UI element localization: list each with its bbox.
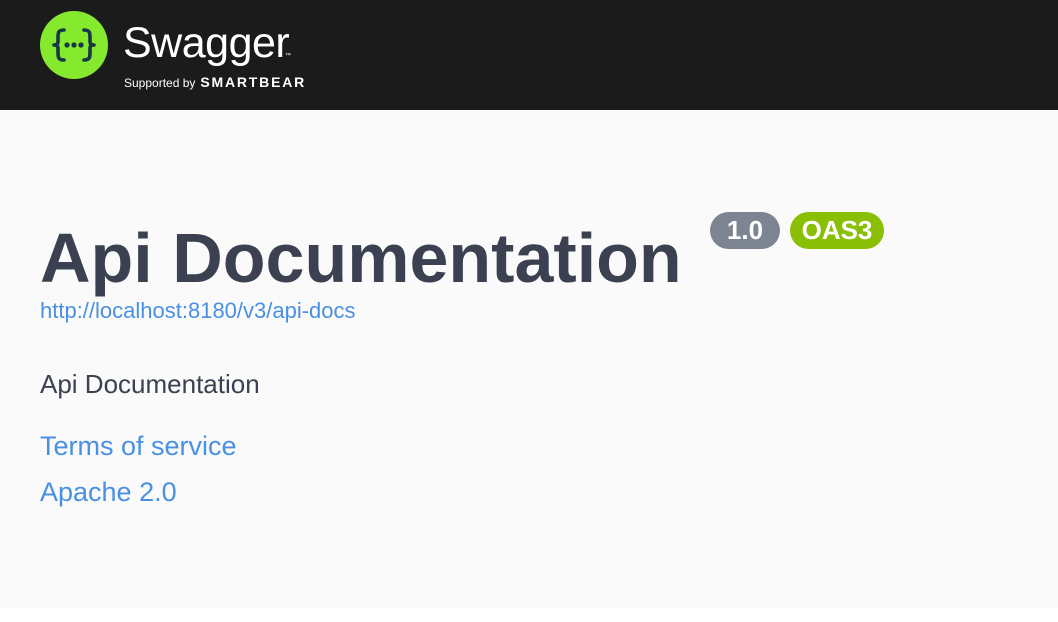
api-docs-url-link[interactable]: http://localhost:8180/v3/api-docs	[40, 297, 356, 325]
topbar: Swagger ™ Supported by SMARTBEAR	[0, 0, 1058, 110]
supported-by: Supported by SMARTBEAR	[124, 73, 306, 92]
brand-name: Swagger	[123, 19, 290, 67]
version-badge: 1.0	[710, 212, 780, 249]
oas-badge: OAS3	[790, 212, 884, 249]
supported-by-text: Supported by	[124, 76, 196, 90]
terms-of-service-link[interactable]: Terms of service	[40, 430, 237, 462]
smartbear-wordmark: SMARTBEAR	[200, 74, 307, 90]
api-info-section: Api Documentation 1.0 OAS3 http://localh…	[0, 110, 1058, 608]
license-link[interactable]: Apache 2.0	[40, 476, 177, 508]
trademark-symbol: ™	[285, 53, 291, 59]
page-title: Api Documentation	[40, 219, 682, 297]
swagger-logo-icon	[40, 11, 108, 79]
api-description: Api Documentation	[40, 369, 260, 399]
